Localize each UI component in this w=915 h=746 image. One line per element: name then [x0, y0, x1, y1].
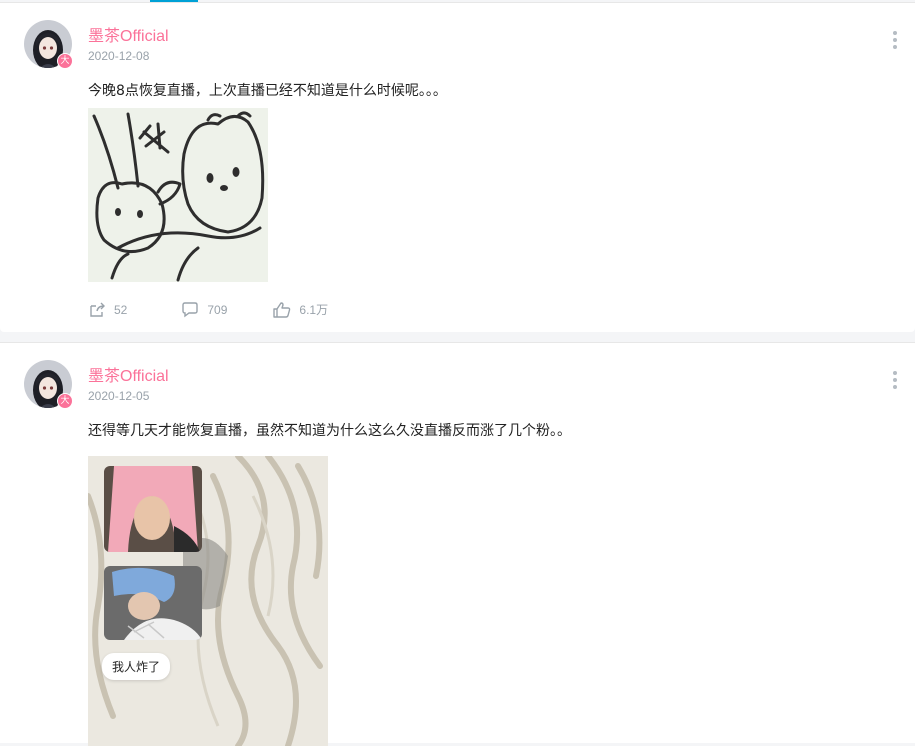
post-text: 还得等几天才能恢复直播，虽然不知道为什么这么久没直播反而涨了几个粉。。	[88, 423, 571, 439]
comment-button[interactable]: 709	[181, 301, 227, 318]
comment-count: 709	[207, 302, 228, 317]
post-text: 今晚8点恢复直播，上次直播已经不知道是什么时候呢。。。	[88, 83, 447, 99]
thumbs-up-icon	[273, 301, 291, 318]
image-inset-pink	[104, 466, 202, 552]
post-image[interactable]: 我人炸了	[88, 456, 328, 746]
avatar[interactable]: 大	[24, 360, 73, 409]
post-date[interactable]: 2020-12-05	[88, 389, 149, 403]
username[interactable]: 墨茶Official	[88, 362, 169, 386]
post-date[interactable]: 2020-12-08	[88, 49, 149, 63]
image-caption: 我人炸了	[102, 653, 171, 680]
image-inset-blue	[104, 566, 202, 640]
avatar[interactable]: 大	[24, 20, 73, 69]
username[interactable]: 墨茶Official	[88, 22, 169, 46]
post-image[interactable]	[88, 108, 268, 282]
official-badge-icon: 大	[57, 393, 73, 409]
official-badge-icon: 大	[57, 53, 73, 69]
repost-count: 52	[114, 302, 128, 317]
more-options-icon[interactable]	[893, 31, 897, 49]
repost-button[interactable]: 52	[88, 301, 127, 318]
like-count: 6.1万	[299, 303, 329, 317]
share-icon	[90, 302, 105, 317]
post-card: 大 墨茶Official 2020-12-05 还得等几天才能恢复直播，虽然不知…	[0, 342, 915, 746]
post-card: 大 墨茶Official 2020-12-08 今晚8点恢复直播，上次直播已经不…	[0, 2, 915, 332]
like-button[interactable]: 6.1万	[273, 301, 328, 318]
post-actions: 52 709 6.1万	[88, 301, 328, 318]
more-options-icon[interactable]	[893, 371, 897, 389]
comment-icon	[182, 301, 199, 317]
